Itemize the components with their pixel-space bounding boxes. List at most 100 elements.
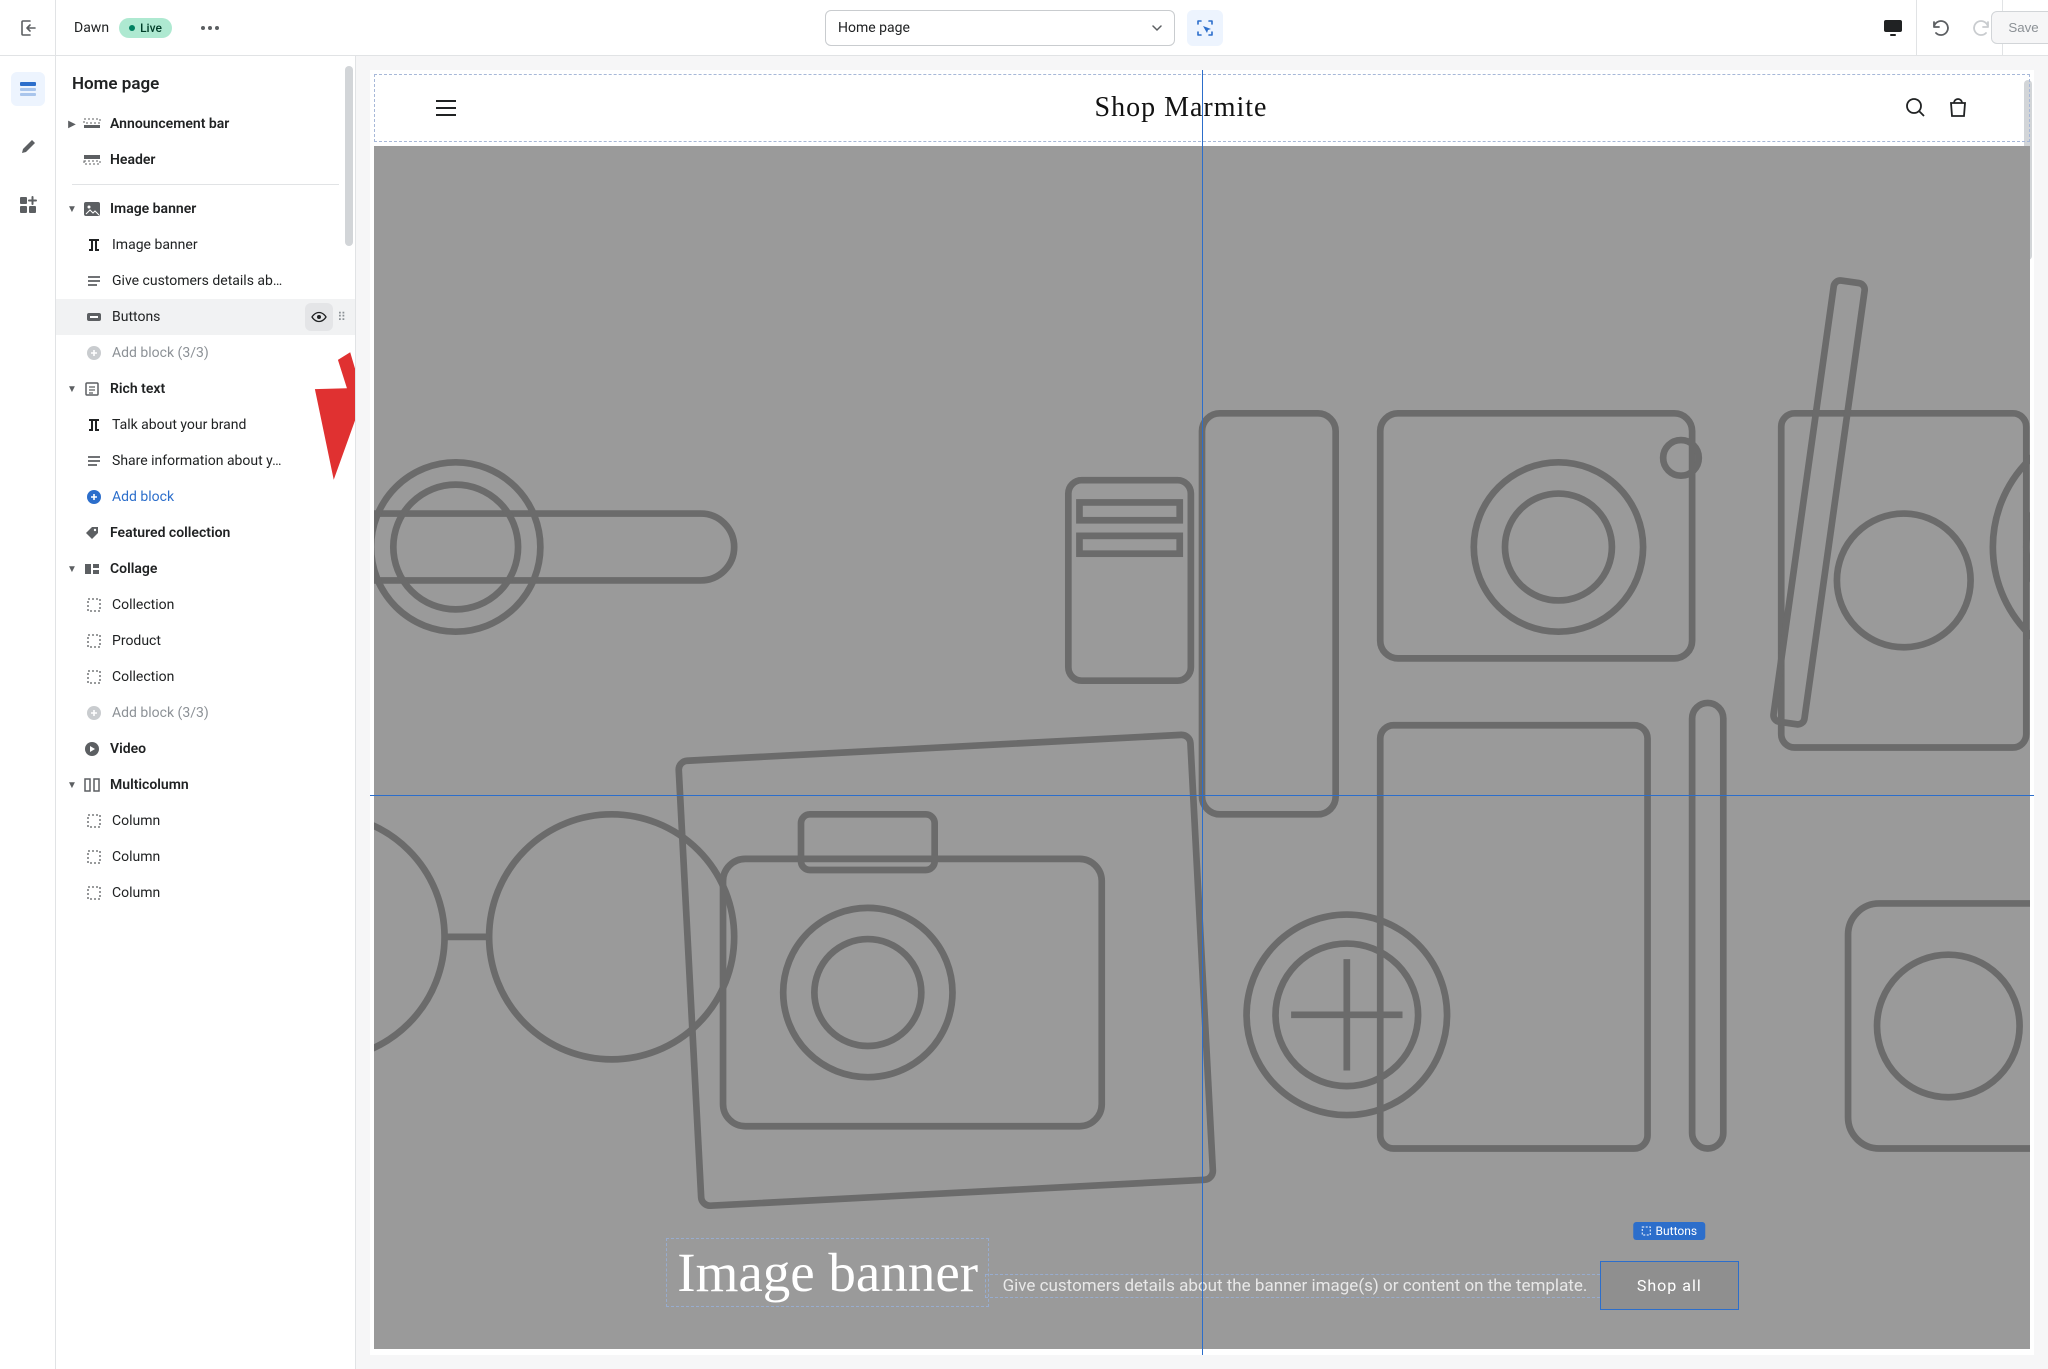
block-column[interactable]: Column [56,803,355,839]
eye-icon [311,309,327,325]
chevron-down-icon: ▼ [62,564,82,575]
block-column[interactable]: Column [56,875,355,911]
block-label: Image banner [112,237,347,253]
more-button[interactable] [190,26,230,30]
vertical-guide [1202,70,1203,1355]
selection-tag: Buttons [1634,1222,1706,1240]
preview-frame[interactable]: Shop Marmite [370,70,2034,1355]
chevron-right-icon: ▶ [62,119,82,130]
section-label: Multicolumn [110,777,347,793]
drag-handle[interactable]: ⠿ [337,310,347,324]
exit-icon [18,18,38,38]
desktop-icon [1883,19,1903,37]
save-button[interactable]: Save [1991,11,2048,44]
button-icon [84,307,104,327]
chevron-down-icon [1152,23,1162,33]
block-label: Share information about y… [112,453,347,469]
viewport-button[interactable] [1870,0,1916,55]
dots-icon [201,26,219,30]
block-label: Column [112,849,347,865]
block-heading[interactable]: Image banner [56,227,355,263]
section-label: Video [110,741,347,757]
block-label: Add block (3/3) [112,705,347,721]
selection-icon [1642,1226,1652,1236]
block-label: Add block [112,489,347,505]
block-label: Buttons [112,309,305,325]
add-block-disabled: Add block (3/3) [56,335,355,371]
image-icon [82,199,102,219]
block-heading[interactable]: Talk about your brand [56,407,355,443]
block-collection[interactable]: Collection [56,587,355,623]
header-icon [82,150,102,170]
tag-icon [82,523,102,543]
section-image-banner[interactable]: ▼ Image banner [56,191,355,227]
section-featured-collection[interactable]: Featured collection [56,515,355,551]
banner-title[interactable]: Image banner [677,1242,978,1303]
undo-icon [1930,18,1950,38]
text-icon [84,451,104,471]
section-label: Featured collection [110,525,347,541]
inspector-button[interactable] [1187,10,1223,46]
columns-icon [82,775,102,795]
plus-circle-icon [84,343,104,363]
apps-icon [18,195,38,215]
sidebar: Home page ▶ Announcement bar Header ▼ Im… [56,56,356,1369]
chevron-down-icon: ▼ [62,204,82,215]
add-block[interactable]: Add block [56,479,355,515]
bag-icon[interactable] [1947,97,1969,119]
block-buttons[interactable]: Buttons ⠿ [56,299,355,335]
section-collage[interactable]: ▼ Collage [56,551,355,587]
block-label: Column [112,813,347,829]
section-label: Announcement bar [110,116,347,132]
placeholder-icon [84,631,104,651]
section-rich-text[interactable]: ▼ Rich text [56,371,355,407]
section-video[interactable]: Video [56,731,355,767]
sections-icon [18,79,38,99]
heading-icon [84,415,104,435]
block-text[interactable]: Give customers details ab… [56,263,355,299]
horizontal-guide [370,795,2034,796]
status-badge: Live [119,18,172,38]
section-announcement-bar[interactable]: ▶ Announcement bar [56,106,355,142]
topbar: Dawn Live Home page Save [0,0,2048,56]
inspector-icon [1195,18,1215,38]
store-name: Shop Marmite [1095,92,1268,124]
block-label: Give customers details ab… [112,273,347,289]
hamburger-icon[interactable] [435,99,457,117]
shop-all-button[interactable]: Shop all [1601,1262,1738,1309]
section-label: Rich text [110,381,347,397]
page-selector[interactable]: Home page [825,10,1175,46]
paint-icon [18,137,38,157]
redo-icon [1972,18,1992,38]
block-collection[interactable]: Collection [56,659,355,695]
block-text[interactable]: Share information about y… [56,443,355,479]
video-icon [82,739,102,759]
block-label: Add block (3/3) [112,345,347,361]
section-label: Header [110,152,347,168]
placeholder-icon [84,883,104,903]
block-label: Column [112,885,347,901]
undo-button[interactable] [1916,0,1962,55]
plus-circle-icon [84,703,104,723]
page-selector-label: Home page [838,20,910,36]
add-block-disabled: Add block (3/3) [56,695,355,731]
block-column[interactable]: Column [56,839,355,875]
block-label: Collection [112,669,347,685]
theme-settings-rail-button[interactable] [11,130,45,164]
chevron-down-icon: ▼ [62,384,82,395]
section-label: Image banner [110,201,347,217]
search-icon[interactable] [1905,97,1927,119]
chevron-down-icon: ▼ [62,780,82,791]
section-multicolumn[interactable]: ▼ Multicolumn [56,767,355,803]
block-product[interactable]: Product [56,623,355,659]
richtext-icon [82,379,102,399]
collage-icon [82,559,102,579]
exit-button[interactable] [0,0,56,55]
sections-rail-button[interactable] [11,72,45,106]
section-header[interactable]: Header [56,142,355,178]
theme-name: Dawn [74,20,109,36]
apps-rail-button[interactable] [11,188,45,222]
block-label: Collection [112,597,347,613]
visibility-toggle[interactable] [305,303,333,331]
placeholder-icon [84,667,104,687]
